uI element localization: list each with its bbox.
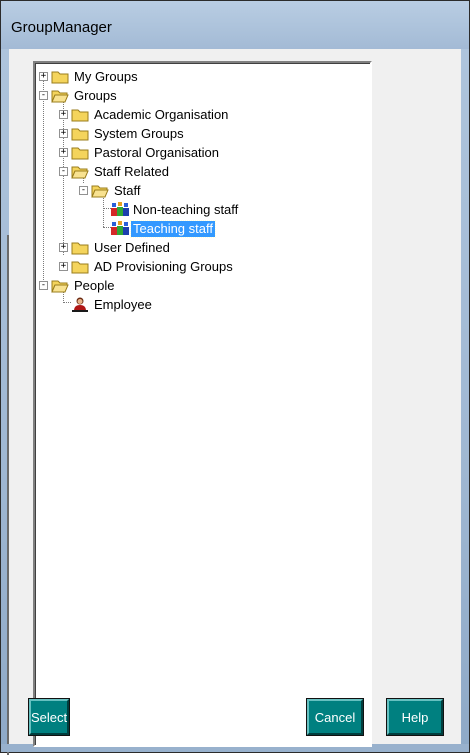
folder-open-icon <box>51 90 69 103</box>
tree-node-label: Employee <box>94 297 152 312</box>
group-manager-window: GroupManager + My Groups - Groups + Acad… <box>0 0 470 755</box>
tree-node-staff-related[interactable]: - Staff Related <box>36 163 366 181</box>
tree-node-label: Groups <box>74 88 117 103</box>
folder-closed-icon <box>71 128 89 141</box>
tree-node-label: Staff <box>114 183 141 198</box>
folder-open-icon <box>91 185 109 198</box>
expand-plus-icon[interactable]: + <box>59 148 68 157</box>
select-button[interactable]: Select <box>29 699 69 735</box>
folder-closed-icon <box>71 109 89 122</box>
tree-node-label: Academic Organisation <box>94 107 229 122</box>
tree-node-label-selected: Teaching staff <box>130 220 216 238</box>
collapse-minus-icon[interactable]: - <box>39 281 48 290</box>
tree-node-employee[interactable]: Employee <box>36 296 366 314</box>
tree-node-label: User Defined <box>94 240 170 255</box>
expand-plus-icon[interactable]: + <box>59 243 68 252</box>
folder-open-icon <box>71 166 89 179</box>
cancel-button[interactable]: Cancel <box>307 699 363 735</box>
tree-node-ad-provisioning-groups[interactable]: + AD Provisioning Groups <box>36 258 366 276</box>
tree-node-label: AD Provisioning Groups <box>94 259 233 274</box>
tree-node-non-teaching-staff[interactable]: Non-teaching staff <box>36 201 366 219</box>
collapse-minus-icon[interactable]: - <box>79 186 88 195</box>
expand-plus-icon[interactable]: + <box>59 129 68 138</box>
tree-node-label: Staff Related <box>94 164 169 179</box>
tree-node-system-groups[interactable]: + System Groups <box>36 125 366 143</box>
expand-plus-icon[interactable]: + <box>59 262 68 271</box>
tree-node-label: My Groups <box>74 69 138 84</box>
folder-open-icon <box>51 280 69 293</box>
tree-node-label: System Groups <box>94 126 184 141</box>
person-icon <box>72 297 88 312</box>
expand-plus-icon[interactable]: + <box>39 72 48 81</box>
window-frame-left <box>1 49 9 755</box>
tree-node-teaching-staff[interactable]: Teaching staff <box>36 220 366 238</box>
folder-closed-icon <box>51 71 69 84</box>
collapse-minus-icon[interactable]: - <box>39 91 48 100</box>
tree-node-people[interactable]: - People <box>36 277 366 295</box>
help-button[interactable]: Help <box>387 699 443 735</box>
expand-plus-icon[interactable]: + <box>59 110 68 119</box>
window-title: GroupManager <box>11 19 112 36</box>
collapse-minus-icon[interactable]: - <box>59 167 68 176</box>
dialog-body: + My Groups - Groups + Academic Organisa… <box>9 49 461 747</box>
tree-node-groups[interactable]: - Groups <box>36 87 366 105</box>
title-bar[interactable]: GroupManager <box>1 1 469 49</box>
tree-node-label: People <box>74 278 115 293</box>
folder-closed-icon <box>71 261 89 274</box>
tree-node-pastoral-organisation[interactable]: + Pastoral Organisation <box>36 144 366 162</box>
tree-node-academic-organisation[interactable]: + Academic Organisation <box>36 106 366 124</box>
window-frame-right <box>461 49 469 752</box>
folder-closed-icon <box>71 242 89 255</box>
tree-view-area: + My Groups - Groups + Academic Organisa… <box>35 63 370 745</box>
tree-node-staff[interactable]: - Staff <box>36 182 366 200</box>
tree-node-my-groups[interactable]: + My Groups <box>36 68 366 86</box>
folder-closed-icon <box>71 147 89 160</box>
tree-node-label: Pastoral Organisation <box>94 145 220 160</box>
tree-node-label: Non-teaching staff <box>133 202 239 217</box>
group-icon <box>111 221 129 235</box>
group-tree[interactable]: + My Groups - Groups + Academic Organisa… <box>33 61 372 747</box>
tree-node-user-defined[interactable]: + User Defined <box>36 239 366 257</box>
group-icon <box>111 202 129 216</box>
